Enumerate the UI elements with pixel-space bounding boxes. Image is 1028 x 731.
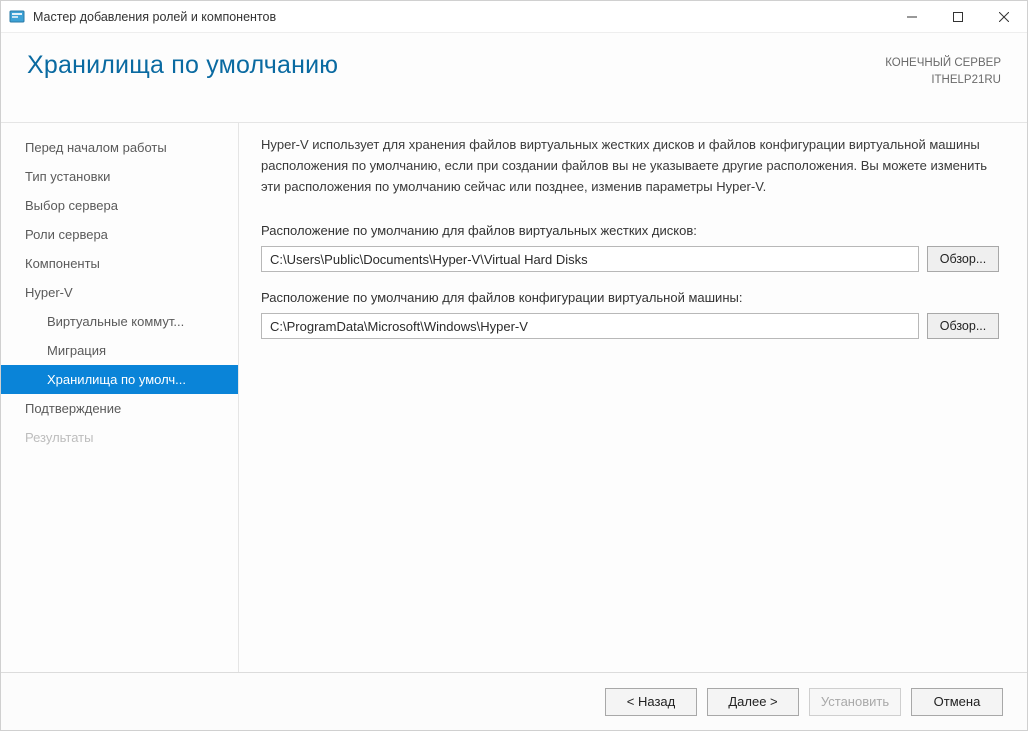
- server-caption: КОНЕЧНЫЙ СЕРВЕР: [885, 55, 1001, 72]
- vhd-path-row: Обзор...: [261, 246, 999, 272]
- window-controls: [889, 1, 1027, 32]
- wizard-step[interactable]: Перед началом работы: [1, 133, 238, 162]
- app-icon: [9, 9, 25, 25]
- config-path-row: Обзор...: [261, 313, 999, 339]
- titlebar: Мастер добавления ролей и компонентов: [1, 1, 1027, 33]
- config-browse-button[interactable]: Обзор...: [927, 313, 999, 339]
- server-name: ITHELP21RU: [885, 72, 1001, 89]
- vhd-path-input[interactable]: [261, 246, 919, 272]
- wizard-step[interactable]: Подтверждение: [1, 394, 238, 423]
- close-button[interactable]: [981, 1, 1027, 32]
- wizard-step: Результаты: [1, 423, 238, 452]
- wizard-steps: Перед началом работыТип установкиВыбор с…: [1, 123, 239, 672]
- server-meta: КОНЕЧНЫЙ СЕРВЕР ITHELP21RU: [885, 51, 1001, 90]
- config-path-label: Расположение по умолчанию для файлов кон…: [261, 290, 999, 305]
- wizard-step[interactable]: Виртуальные коммут...: [1, 307, 238, 336]
- window-title: Мастер добавления ролей и компонентов: [33, 10, 889, 24]
- install-button[interactable]: Установить: [809, 688, 901, 716]
- wizard-step[interactable]: Тип установки: [1, 162, 238, 191]
- body: Перед началом работыТип установкиВыбор с…: [1, 123, 1027, 672]
- wizard-step[interactable]: Роли сервера: [1, 220, 238, 249]
- maximize-button[interactable]: [935, 1, 981, 32]
- wizard-step[interactable]: Хранилища по умолч...: [1, 365, 238, 394]
- config-path-input[interactable]: [261, 313, 919, 339]
- wizard-step[interactable]: Компоненты: [1, 249, 238, 278]
- header: Хранилища по умолчанию КОНЕЧНЫЙ СЕРВЕР I…: [1, 33, 1027, 123]
- next-button[interactable]: Далее >: [707, 688, 799, 716]
- wizard-step[interactable]: Миграция: [1, 336, 238, 365]
- intro-text: Hyper-V использует для хранения файлов в…: [261, 135, 999, 197]
- cancel-button[interactable]: Отмена: [911, 688, 1003, 716]
- page-title: Хранилища по умолчанию: [27, 51, 885, 80]
- wizard-step[interactable]: Hyper-V: [1, 278, 238, 307]
- minimize-button[interactable]: [889, 1, 935, 32]
- back-button[interactable]: < Назад: [605, 688, 697, 716]
- vhd-browse-button[interactable]: Обзор...: [927, 246, 999, 272]
- footer: < Назад Далее > Установить Отмена: [1, 672, 1027, 730]
- wizard-window: Мастер добавления ролей и компонентов Хр…: [0, 0, 1028, 731]
- wizard-step[interactable]: Выбор сервера: [1, 191, 238, 220]
- content-pane: Hyper-V использует для хранения файлов в…: [239, 123, 1027, 672]
- vhd-path-label: Расположение по умолчанию для файлов вир…: [261, 223, 999, 238]
